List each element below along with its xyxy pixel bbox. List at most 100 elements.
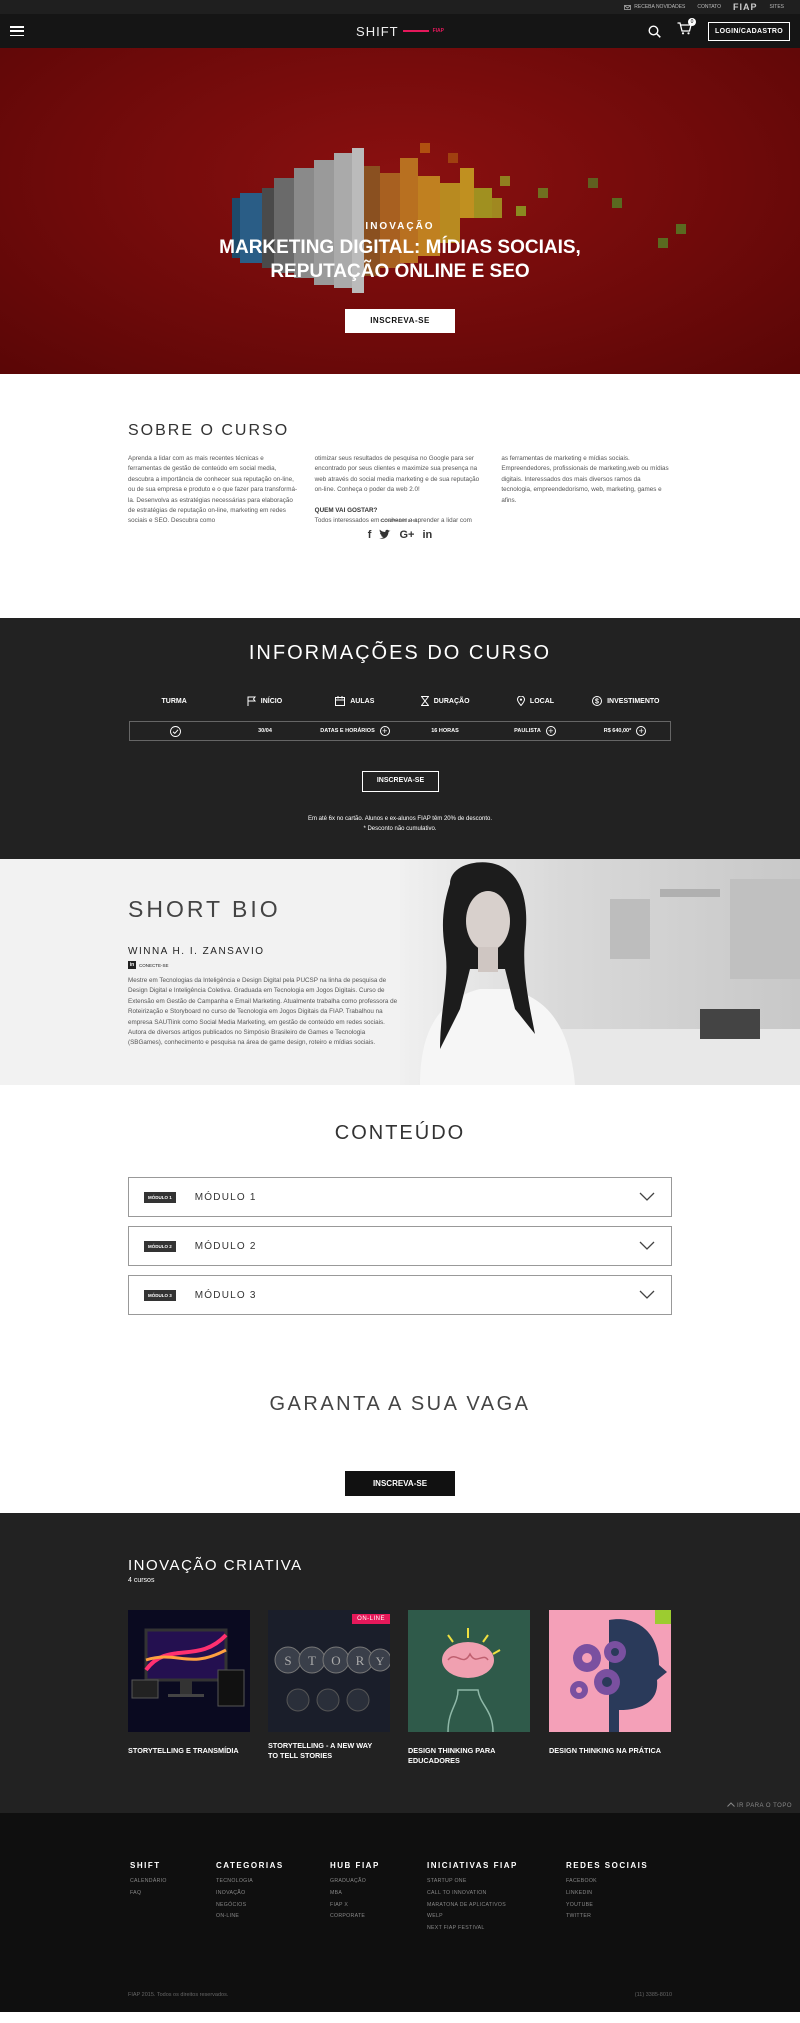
menu-icon[interactable] — [10, 26, 24, 36]
footer-link[interactable]: INOVAÇÃO — [216, 1888, 284, 1900]
check-circle-icon — [169, 725, 181, 737]
linkedin-icon[interactable]: in — [422, 529, 432, 541]
info-note: Em até 6x no cartão. Alunos e ex-alunos … — [308, 816, 492, 832]
twitter-icon[interactable] — [379, 529, 391, 540]
footer-link[interactable]: TWITTER — [566, 1911, 648, 1923]
chevron-down-icon[interactable] — [639, 1188, 655, 1206]
footer-link[interactable]: YOUTUBE — [566, 1900, 648, 1912]
back-to-top-link[interactable]: IR PARA O TOPO — [726, 1802, 792, 1809]
footer-link[interactable]: LINKEDIN — [566, 1888, 648, 1900]
plus-icon[interactable]: + — [545, 726, 556, 736]
linkedin-connect-link[interactable]: in CONECTE-SE — [128, 961, 169, 969]
footer-link[interactable]: CORPORATE — [330, 1911, 380, 1923]
fiap-logo[interactable]: FIAP — [733, 2, 758, 12]
footer-link[interactable]: TECNOLOGIA — [216, 1876, 284, 1888]
facebook-icon[interactable]: f — [368, 529, 372, 541]
info-header-investimento: $ INVESTIMENTO — [581, 696, 671, 706]
footer-link[interactable]: NEXT FIAP FESTIVAL — [427, 1923, 518, 1935]
instructor-photo — [400, 859, 800, 1085]
footer-col-iniciativas: INICIATIVAS FIAP STARTUP ONE CALL TO INN… — [427, 1861, 518, 1935]
svg-text:O: O — [331, 1653, 340, 1668]
about-col-3: as ferramentas de marketing e mídias soc… — [501, 455, 669, 504]
info-value-aulas[interactable]: DATAS E HORÁRIOS + — [310, 722, 400, 740]
news-link[interactable]: RECEBA NOVIDADES — [624, 4, 685, 10]
info-title: INFORMAÇÕES DO CURSO — [248, 642, 552, 664]
footer-col-hub: HUB FIAP GRADUAÇÃO MBA FIAP X CORPORATE — [330, 1861, 380, 1923]
info-header-turma: TURMA — [161, 697, 187, 705]
info-values-row: 30/04 DATAS E HORÁRIOS + 16 HORAS PAULIST… — [129, 721, 671, 741]
main-header: SHIFT FIAP 0 LOGIN/CADASTRO — [0, 14, 800, 48]
info-header-duracao: DURAÇÃO — [400, 696, 490, 706]
cart-button[interactable]: 0 — [677, 18, 697, 40]
course-title: DESIGN THINKING PARA EDUCADORES — [408, 1746, 496, 1765]
info-value-turma[interactable] — [130, 722, 220, 740]
shift-logo[interactable]: SHIFT FIAP — [356, 24, 444, 39]
footer-link[interactable]: FIAP X — [330, 1900, 380, 1912]
news-label: RECEBA NOVIDADES — [634, 4, 686, 10]
instructor-name: WINNA H. I. ZANSAVIO — [128, 946, 265, 957]
related-courses-section: INOVAÇÃO CRIATIVA 4 cursos STORYTELLING … — [0, 1513, 800, 1813]
flag-icon — [247, 696, 256, 706]
footer-link[interactable]: CALENDÁRIO — [130, 1876, 167, 1888]
footer-link[interactable]: CALL TO INNOVATION — [427, 1888, 518, 1900]
info-value-investimento[interactable]: R$ 640,00* + — [580, 722, 670, 740]
hero-title-line2: REPUTAÇÃO ONLINE E SEO — [270, 261, 530, 282]
site-footer: IR PARA O TOPO SHIFT CALENDÁRIO FAQ CATE… — [0, 1802, 800, 2012]
footer-link[interactable]: MBA — [330, 1888, 380, 1900]
hero-title: MARKETING DIGITAL: MÍDIAS SOCIAIS, REPUTA… — [0, 236, 800, 284]
footer-link[interactable]: MARATONA DE APLICATIVOS — [427, 1900, 518, 1912]
chevron-down-icon[interactable] — [639, 1237, 655, 1255]
login-button[interactable]: LOGIN/CADASTRO — [708, 21, 790, 41]
module-title: MÓDULO 2 — [194, 1240, 257, 1252]
module-tag: MÓDULO 2 — [144, 1240, 176, 1252]
course-title: DESIGN THINKING NA PRÁTICA — [549, 1746, 662, 1755]
secure-spot-signup-button[interactable]: INSCREVA-SE — [345, 1471, 455, 1496]
footer-link[interactable]: GRADUAÇÃO — [330, 1876, 380, 1888]
online-badge: ON-LINE — [352, 1614, 390, 1624]
course-card[interactable]: DESIGN THINKING PARA EDUCADORES — [408, 1610, 530, 1766]
about-title: SOBRE O CURSO — [128, 422, 290, 439]
footer-link[interactable]: NEGÓCIOS — [216, 1900, 284, 1912]
logo-sub: FIAP — [432, 28, 444, 34]
footer-link[interactable]: ON-LINE — [216, 1911, 284, 1923]
module-accordion-1[interactable]: MÓDULO 1 MÓDULO 1 — [128, 1177, 672, 1217]
contact-link[interactable]: CONTATO — [697, 4, 721, 10]
module-accordion-3[interactable]: MÓDULO 3 MÓDULO 3 — [128, 1275, 672, 1315]
google-plus-icon[interactable]: G+ — [399, 529, 414, 541]
chevron-up-icon — [726, 1802, 735, 1807]
course-image-gears-head — [549, 1610, 671, 1732]
info-value-local[interactable]: PAULISTA + — [490, 722, 580, 740]
calendar-icon — [335, 696, 346, 706]
course-card[interactable]: DESIGN THINKING NA PRÁTICA — [549, 1610, 671, 1756]
footer-link[interactable]: STARTUP ONE — [427, 1876, 518, 1888]
footer-link[interactable]: FACEBOOK — [566, 1876, 648, 1888]
top-utility-bar: RECEBA NOVIDADES CONTATO FIAP SITES — [0, 0, 800, 14]
chevron-down-icon[interactable] — [639, 1286, 655, 1304]
footer-link[interactable]: WELP — [427, 1911, 518, 1923]
module-accordion-2[interactable]: MÓDULO 2 MÓDULO 2 — [128, 1226, 672, 1266]
search-icon[interactable] — [648, 24, 661, 38]
course-card[interactable]: S T O R Y ON-LINE STORYTELLING - A NEW W… — [268, 1610, 390, 1761]
course-card[interactable]: STORYTELLING E TRANSMÍDIA — [128, 1610, 250, 1756]
course-title: STORYTELLING E TRANSMÍDIA — [128, 1746, 239, 1755]
hero-signup-button[interactable]: INSCREVA-SE — [345, 309, 455, 333]
course-title: STORYTELLING - A NEW WAY TO TELL STORIES — [268, 1741, 373, 1760]
hero-category: INOVAÇÃO — [365, 221, 435, 232]
footer-heading: CATEGORIAS — [216, 1861, 284, 1870]
footer-link[interactable]: FAQ — [130, 1888, 167, 1900]
svg-text:R: R — [356, 1653, 365, 1668]
info-signup-button[interactable]: INSCREVA-SE — [362, 771, 439, 792]
copyright: FIAP 2015. Todos os direitos reservados. — [128, 1992, 229, 1998]
short-bio-section: SHORT BIO WINNA H. I. ZANSAVIO in CONECTE… — [0, 859, 800, 1085]
phone: (11) 3385-8010 — [634, 1992, 672, 1998]
cart-count: 0 — [688, 18, 697, 26]
content-title: CONTEÚDO — [334, 1122, 466, 1144]
plus-icon[interactable]: + — [379, 726, 390, 736]
module-title: MÓDULO 1 — [194, 1191, 257, 1203]
sites-dropdown[interactable]: SITES — [770, 4, 784, 10]
share-label: COMPARTILHE: — [380, 518, 420, 523]
footer-col-shift: SHIFT CALENDÁRIO FAQ — [130, 1861, 167, 1900]
hero-title-line1: MARKETING DIGITAL: MÍDIAS SOCIAIS, — [219, 237, 581, 258]
plus-icon[interactable]: + — [636, 726, 647, 736]
about-course-section: SOBRE O CURSO Aprenda a lidar com as mai… — [0, 374, 800, 618]
